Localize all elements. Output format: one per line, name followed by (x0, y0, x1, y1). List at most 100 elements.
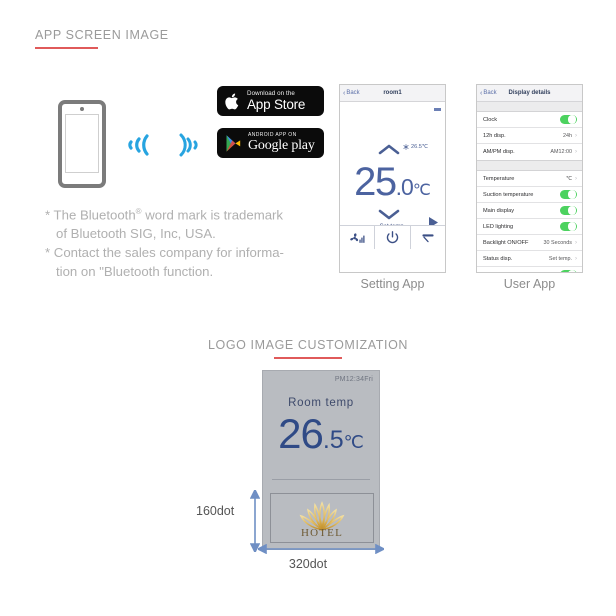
footnote-line-4: tion on "Bluetooth function. (45, 264, 214, 280)
chevron-right-icon: › (575, 255, 577, 262)
row-label: AM/PM disp. (483, 149, 515, 155)
row-value: ℃ (565, 175, 572, 182)
settings-group-display: Temperature ℃ › Suction temperature Main… (477, 170, 582, 273)
fan-icon (350, 232, 365, 243)
row-value: 30 Seconds (543, 239, 572, 246)
logo-image-area: HOTEL (270, 493, 374, 543)
list-item[interactable]: LED lighting (477, 219, 582, 235)
setting-app-body: 26.5℃ 25.0℃ Set temp. (340, 102, 445, 249)
footnotes: * The Bluetooth® word mark is trademark … (45, 202, 330, 281)
user-app-back-button[interactable]: ‹ Back (480, 90, 497, 97)
height-dimension-label: 160dot (196, 504, 235, 518)
section-heading-underline (35, 47, 98, 49)
row-label: LED lighting (483, 223, 514, 230)
list-item[interactable]: Temperature ℃ › (477, 171, 582, 187)
bluetooth-wave-right-icon (176, 124, 208, 166)
google-play-badge[interactable]: ANDROID APP ON Google play (217, 128, 324, 158)
app-store-badge-label: App Store (247, 96, 306, 112)
settings-group-clock: Clock 12h disp. 24h › AM/PM disp. AM12:0… (477, 111, 582, 161)
phone-illustration (58, 100, 106, 188)
setting-app-back-label: Back (346, 90, 360, 96)
row-label: Logo image (483, 272, 560, 273)
row-label: Suction temperature (483, 191, 534, 198)
user-app-settings-list[interactable]: Clock 12h disp. 24h › AM/PM disp. AM12:0… (477, 102, 582, 273)
setting-app-caption: Setting App (360, 277, 425, 291)
power-tab[interactable] (375, 226, 411, 249)
page-root: APP SCREEN IMAGE Download on the App Sto… (0, 0, 616, 616)
setting-app-back-button[interactable]: ‹ Back (343, 90, 360, 97)
outdoor-temp-value: 26.5℃ (411, 144, 429, 150)
power-icon (386, 231, 399, 244)
row-value: 24h (563, 132, 572, 139)
toggle-switch[interactable] (560, 114, 577, 125)
user-app-screenshot: ‹ Back Display details Clock 12h disp. 2… (476, 84, 583, 273)
app-store-badge-small-label: Download on the (247, 89, 295, 97)
temp-up-button[interactable] (378, 142, 400, 160)
row-label: 12h disp. (483, 132, 506, 139)
list-item[interactable]: Clock (477, 112, 582, 128)
user-app-caption: User App (503, 277, 556, 291)
row-value: AM12:00 (550, 149, 572, 155)
menu-icon[interactable] (434, 108, 441, 111)
google-play-badge-label: Google play (248, 138, 315, 153)
section-heading-app-screen: APP SCREEN IMAGE (35, 28, 169, 49)
temperature-decimal: .0 (395, 174, 414, 200)
list-spacer (477, 161, 582, 170)
snowflake-icon (403, 144, 409, 150)
list-spacer (477, 102, 582, 111)
lcd-temperature-integer: 26 (278, 410, 324, 457)
lcd-room-temp-label: Room temp (288, 397, 354, 409)
temperature-unit: ℃ (412, 182, 431, 199)
row-label: Temperature (483, 175, 515, 182)
list-item[interactable]: Suction temperature (477, 187, 582, 203)
toggle-switch[interactable] (560, 189, 577, 200)
lcd-temperature-unit: ℃ (343, 432, 364, 452)
phone-camera-dot (80, 107, 84, 111)
chevron-right-icon: › (575, 132, 577, 139)
google-play-triangle-icon (225, 134, 242, 153)
list-item[interactable]: AM/PM disp. AM12:00 › (477, 144, 582, 160)
fan-speed-tab[interactable] (340, 226, 376, 249)
setting-app-tabbar (340, 225, 445, 249)
width-dimension-label: 320dot (288, 557, 328, 571)
row-label: Status disp. (483, 255, 513, 262)
lcd-controller-panel: PM12:34Fri Room temp 26.5℃ HOTEL (262, 370, 380, 550)
section-heading-underline (274, 357, 342, 359)
footnote-line-1-a: * The Bluetooth (45, 207, 136, 223)
lcd-clock: PM12:34Fri (334, 376, 373, 383)
setting-app-screenshot: ‹ Back room1 26.5℃ 25.0℃ (339, 84, 446, 273)
chevron-left-icon: ‹ (480, 89, 483, 97)
chevron-right-icon: › (575, 149, 577, 155)
app-store-badge[interactable]: Download on the App Store (217, 86, 324, 116)
section-heading-app-screen-label: APP SCREEN IMAGE (35, 28, 169, 42)
list-item[interactable]: Logo image (477, 267, 582, 273)
louver-tab[interactable] (411, 226, 445, 249)
chevron-left-icon: ‹ (343, 89, 346, 97)
section-heading-logo-customization: LOGO IMAGE CUSTOMIZATION (0, 338, 616, 359)
louver-icon (422, 233, 434, 242)
row-label: Clock (483, 116, 497, 123)
user-app-back-label: Back (483, 90, 497, 96)
toggle-switch[interactable] (560, 221, 577, 232)
list-item[interactable]: 12h disp. 24h › (477, 128, 582, 144)
outdoor-temp-readout: 26.5℃ (403, 144, 428, 150)
row-label: Main display (483, 207, 515, 214)
toggle-switch[interactable] (560, 205, 577, 216)
temperature-integer: 25 (354, 160, 397, 204)
apple-icon (225, 92, 241, 111)
chevron-right-icon: › (575, 175, 577, 182)
footnote-line-1: * The Bluetooth® word mark is trademark (45, 202, 330, 224)
list-item[interactable]: Status disp. Set temp. › (477, 251, 582, 267)
lcd-temperature-decimal: .5 (322, 426, 344, 454)
chevron-right-icon: › (575, 239, 577, 246)
user-app-navbar: ‹ Back Display details (477, 85, 582, 102)
footnote-line-1-b: word mark is trademark (141, 207, 284, 223)
footnote-line-3: * Contact the sales company for informa- (45, 245, 284, 261)
toggle-switch[interactable] (560, 269, 577, 272)
footnote-line-2: of Bluetooth SIG, Inc, USA. (45, 226, 216, 242)
list-item[interactable]: Backlight ON/OFF 30 Seconds › (477, 235, 582, 251)
phone-screen (65, 114, 99, 173)
section-heading-logo-label: LOGO IMAGE CUSTOMIZATION (207, 338, 409, 352)
list-item[interactable]: Main display (477, 203, 582, 219)
temp-down-button[interactable] (378, 207, 400, 225)
